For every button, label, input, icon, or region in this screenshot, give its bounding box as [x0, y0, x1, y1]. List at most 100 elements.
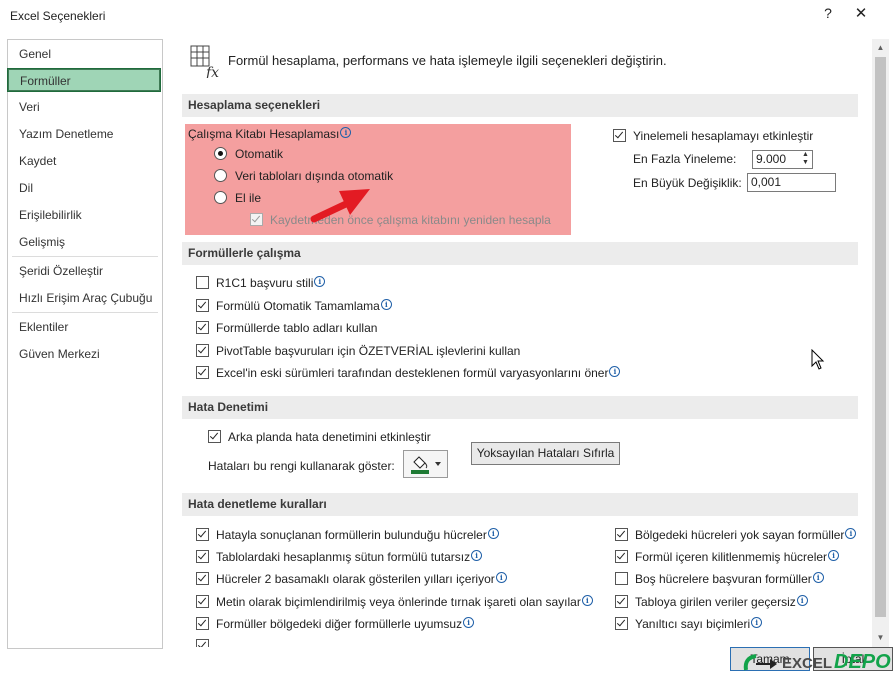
formula-fx-icon: fx — [190, 45, 219, 78]
sidebar-item-guven-merkezi[interactable]: Güven Merkezi — [8, 343, 160, 365]
rule-two-digit-years-checkbox[interactable]: Hücreler 2 basamaklı olarak gösterilen y… — [196, 570, 507, 588]
spin-arrows-icon[interactable]: ▲ ▼ — [799, 151, 812, 168]
max-iterations-label: En Fazla Yineleme: — [633, 152, 737, 166]
title-bar: Excel Seçenekleri ? ✕ — [0, 0, 896, 34]
radio-button-selected[interactable] — [214, 147, 227, 160]
table-names-checkbox[interactable]: Formüllerde tablo adları kullan — [196, 319, 377, 337]
info-icon: i — [340, 127, 352, 138]
checkbox[interactable] — [615, 550, 628, 563]
checkbox[interactable] — [196, 595, 209, 608]
info-icon: i — [463, 617, 475, 628]
watermark-text-depo: DEPO — [834, 651, 891, 673]
sidebar-item-gelismis[interactable]: Gelişmiş — [8, 231, 160, 253]
checkbox[interactable] — [196, 639, 209, 647]
sidebar-item-seridi-ozellestir[interactable]: Şeridi Özelleştir — [8, 260, 160, 282]
vertical-scrollbar[interactable]: ▲ ▼ — [872, 39, 889, 647]
error-color-picker[interactable] — [403, 450, 448, 478]
rule-inconsistent-column-checkbox[interactable]: Tablolardaki hesaplanmış sütun formülü t… — [196, 548, 483, 566]
rule-omit-cells-checkbox[interactable]: Bölgedeki hücreleri yok sayan formüller i — [615, 526, 857, 544]
max-iterations-input[interactable]: 9.000 ▲ ▼ — [752, 150, 813, 169]
info-icon: i — [845, 528, 857, 539]
info-icon: i — [495, 572, 507, 583]
mouse-cursor-icon — [811, 349, 825, 370]
checkbox[interactable] — [196, 344, 209, 357]
rule-inconsistent-formulas-checkbox[interactable]: Formüller bölgedeki diğer formüllerle uy… — [196, 615, 475, 633]
info-icon: i — [796, 595, 808, 606]
background-error-check-label: Arka planda hata denetimini etkinleştir — [228, 430, 431, 444]
paint-bucket-icon — [411, 456, 441, 474]
rule-numbers-as-text-checkbox[interactable]: Metin olarak biçimlendirilmiş veya önler… — [196, 593, 593, 611]
scroll-up-icon[interactable]: ▲ — [872, 39, 889, 56]
r1c1-label: R1C1 başvuru stili — [216, 276, 314, 290]
checkbox[interactable] — [615, 617, 628, 630]
checkbox[interactable] — [613, 129, 626, 142]
radio-automatic[interactable]: Otomatik — [214, 145, 283, 163]
radio-manual[interactable]: El ile — [214, 189, 261, 207]
sidebar-item-veri[interactable]: Veri — [8, 96, 160, 118]
reset-ignored-errors-button[interactable]: Yoksayılan Hataları Sıfırla — [471, 442, 620, 465]
rule-unlocked-cells-checkbox[interactable]: Formül içeren kilitlenmemiş hücreler i — [615, 548, 840, 566]
recalc-before-save-checkbox[interactable]: Kaydetmeden önce çalışma kitabını yenide… — [250, 211, 551, 229]
iterative-calc-checkbox[interactable]: Yinelemeli hesaplamayı etkinleştir — [613, 127, 813, 145]
checkbox[interactable] — [196, 366, 209, 379]
checkbox[interactable] — [196, 299, 209, 312]
r1c1-checkbox[interactable]: R1C1 başvuru stili i — [196, 274, 326, 292]
radio-button[interactable] — [214, 191, 227, 204]
info-icon: i — [812, 572, 824, 583]
checkbox[interactable] — [196, 276, 209, 289]
sidebar-item-hizli-erisim[interactable]: Hızlı Erişim Araç Çubuğu — [8, 287, 160, 309]
iterative-calc-label: Yinelemeli hesaplamayı etkinleştir — [633, 129, 814, 143]
rule-label: Hatayla sonuçlanan formüllerin bulunduğu… — [216, 528, 487, 542]
getpivotdata-checkbox[interactable]: PivotTable başvuruları için ÖZETVERİAL i… — [196, 342, 520, 360]
info-icon: i — [380, 299, 392, 310]
sidebar-divider — [12, 312, 158, 313]
watermark-arrow-icon — [743, 654, 777, 671]
rule-error-formulas-checkbox[interactable]: Hatayla sonuçlanan formüllerin bulunduğu… — [196, 526, 499, 544]
getpivotdata-label: PivotTable başvuruları için ÖZETVERİAL i… — [216, 344, 521, 358]
info-icon: i — [828, 550, 840, 561]
rule-empty-cells-checkbox[interactable]: Boş hücrelere başvuran formüller i — [615, 570, 824, 588]
sidebar-item-eklentiler[interactable]: Eklentiler — [8, 316, 160, 338]
options-content: fx Formül hesaplama, performans ve hata … — [170, 39, 872, 647]
window-title: Excel Seçenekleri — [10, 9, 106, 23]
help-button[interactable]: ? — [820, 5, 836, 27]
checkbox[interactable] — [196, 572, 209, 585]
sidebar-item-kaydet[interactable]: Kaydet — [8, 150, 160, 172]
checkbox[interactable] — [615, 528, 628, 541]
info-icon: i — [314, 276, 326, 287]
background-error-check-checkbox[interactable]: Arka planda hata denetimini etkinleştir — [208, 428, 431, 446]
checkbox[interactable] — [208, 430, 221, 443]
checkbox[interactable] — [615, 572, 628, 585]
rule-label: Hücreler 2 basamaklı olarak gösterilen y… — [216, 572, 495, 586]
checkbox[interactable] — [196, 617, 209, 630]
checkbox[interactable] — [196, 528, 209, 541]
checkbox[interactable] — [196, 321, 209, 334]
rule-invalid-table-data-checkbox[interactable]: Tabloya girilen veriler geçersiz i — [615, 593, 808, 611]
info-icon: i — [751, 617, 763, 628]
radio-button[interactable] — [214, 169, 227, 182]
sidebar-divider — [12, 256, 158, 257]
legacy-formula-suggest-checkbox[interactable]: Excel'in eski sürümleri tarafından deste… — [196, 364, 621, 382]
sidebar-item-yazim-denetleme[interactable]: Yazım Denetleme — [8, 123, 160, 145]
close-button[interactable]: ✕ — [849, 4, 873, 28]
sidebar-item-formuller[interactable]: Formüller — [7, 68, 161, 92]
scroll-down-icon[interactable]: ▼ — [872, 629, 889, 646]
rule-label: Tablolardaki hesaplanmış sütun formülü t… — [216, 550, 471, 564]
info-icon: i — [471, 550, 483, 561]
scroll-thumb[interactable] — [875, 57, 886, 617]
svg-text:fx: fx — [205, 65, 219, 78]
formula-autocomplete-checkbox[interactable]: Formülü Otomatik Tamamlama i — [196, 297, 392, 315]
sidebar-item-genel[interactable]: Genel — [8, 43, 160, 65]
checkbox[interactable] — [615, 595, 628, 608]
rule-label: Formüller bölgedeki diğer formüllerle uy… — [216, 617, 463, 631]
watermark-text-excel: EXCEL — [782, 655, 833, 672]
formula-autocomplete-label: Formülü Otomatik Tamamlama — [216, 299, 380, 313]
sidebar-item-dil[interactable]: Dil — [8, 177, 160, 199]
rule-misleading-formats-checkbox[interactable]: Yanıltıcı sayı biçimleri i — [615, 615, 763, 633]
max-change-input[interactable]: 0,001 — [747, 173, 836, 192]
checkbox[interactable] — [196, 550, 209, 563]
checkbox[interactable] — [250, 213, 263, 226]
section-calculation: Hesaplama seçenekleri — [182, 94, 858, 117]
sidebar-item-erisilebilirlik[interactable]: Erişilebilirlik — [8, 204, 160, 226]
calc-mode-label-text: Çalışma Kitabı Hesaplaması — [188, 127, 340, 141]
